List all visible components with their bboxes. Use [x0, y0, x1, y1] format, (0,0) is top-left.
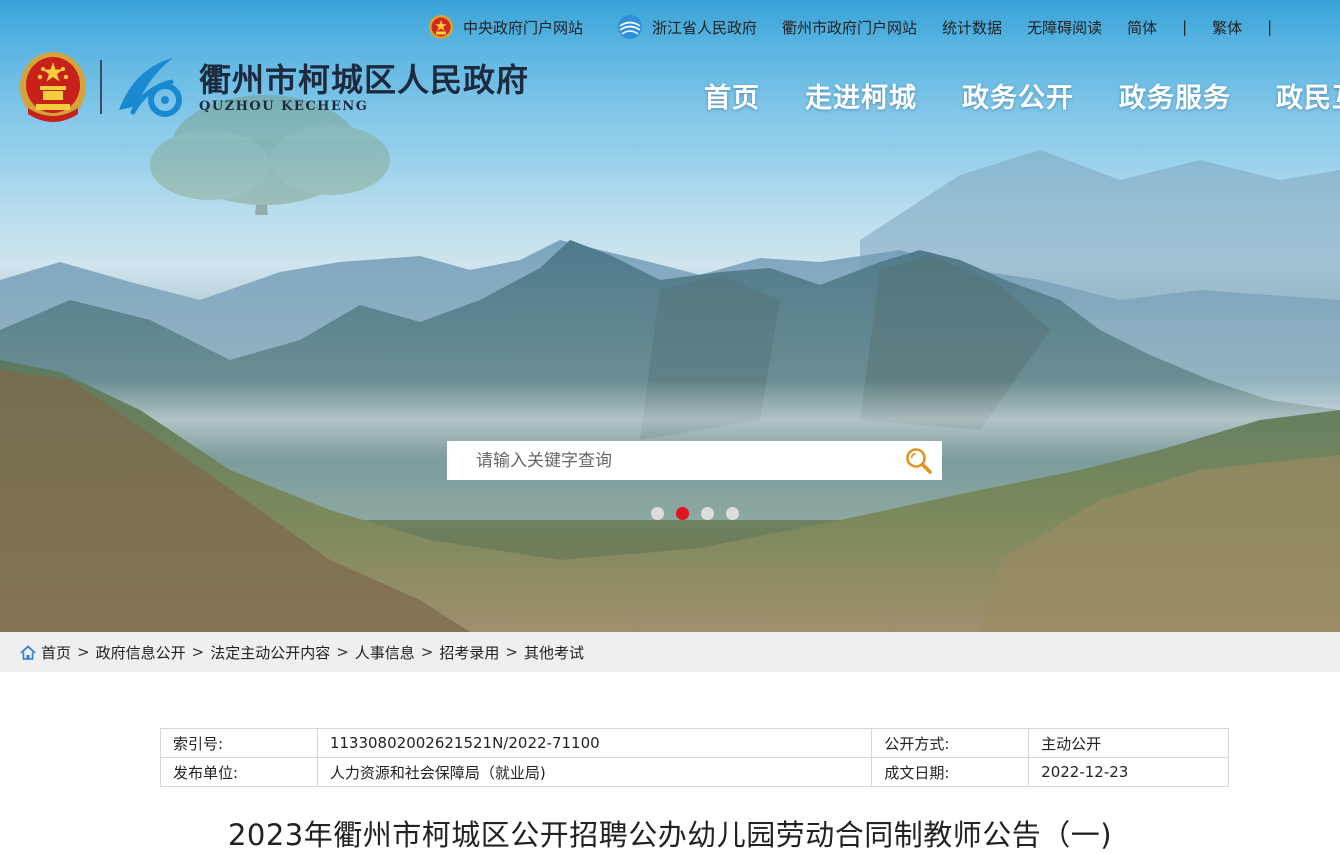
site-logo[interactable]: 衢州市柯城区人民政府 QUZHOU KECHENG: [18, 48, 529, 126]
search-icon[interactable]: [904, 446, 934, 476]
breadcrumb-separator: >: [505, 643, 518, 661]
search-box: [447, 441, 942, 480]
traditional-label: 繁体: [1212, 18, 1243, 37]
simplified-chinese-link[interactable]: 简体: [1127, 17, 1157, 38]
carousel-dot[interactable]: [701, 507, 714, 520]
breadcrumb-personnel-info[interactable]: 人事信息: [355, 642, 415, 663]
disclosure-mode-label: 公开方式:: [871, 728, 1030, 758]
breadcrumb-other-exams[interactable]: 其他考试: [524, 642, 584, 663]
accessible-reading-label: 无障碍阅读: [1027, 18, 1103, 37]
nav-about-kecheng[interactable]: 走进柯城: [805, 76, 917, 115]
table-row: 索引号: 11330802002621521N/2022-71100 公开方式:…: [160, 728, 1229, 758]
lang-separator: |: [1182, 18, 1188, 36]
article-title: 2023年衢州市柯城区公开招聘公办幼儿园劳动合同制教师公告（一): [227, 818, 1113, 852]
breadcrumb-separator: >: [77, 643, 90, 661]
site-title: 衢州市柯城区人民政府: [199, 60, 530, 99]
carousel-dot-active[interactable]: [676, 507, 689, 520]
publisher-label: 发布单位:: [160, 757, 318, 787]
breadcrumb-separator: >: [336, 643, 349, 661]
site-subtitle: QUZHOU KECHENG: [199, 98, 369, 114]
central-gov-label: 中央政府门户网站: [463, 18, 584, 37]
disclosure-mode-value: 主动公开: [1028, 728, 1229, 758]
document-date-value: 2022-12-23: [1028, 757, 1229, 787]
breadcrumb-separator: >: [191, 643, 205, 661]
nav-interaction[interactable]: 政民互动: [1276, 76, 1340, 115]
table-row: 发布单位: 人力资源和社会保障局（就业局) 成文日期: 2022-12-23: [160, 757, 1229, 787]
publisher-value: 人力资源和社会保障局（就业局): [316, 757, 873, 787]
carousel-dot[interactable]: [726, 507, 739, 520]
index-number-label: 索引号:: [160, 728, 318, 758]
carousel-indicators: [651, 507, 751, 520]
nav-gov-info[interactable]: 政务公开: [962, 76, 1074, 115]
zhejiang-globe-icon: [618, 15, 643, 39]
accessible-reading-link[interactable]: 无障碍阅读: [1027, 17, 1102, 38]
stats-label: 统计数据: [942, 18, 1003, 37]
central-gov-link[interactable]: 中央政府门户网站: [428, 14, 583, 40]
top-utility-bar: 中央政府门户网站 浙江省人民政府 衢州市政府门户网站 统计数据 无障碍阅读 简体…: [428, 12, 1297, 42]
document-date-label: 成文日期:: [871, 757, 1030, 787]
nav-home[interactable]: 首页: [704, 76, 760, 115]
main-nav: 首页 走进柯城 政务公开 政务服务 政民互动: [704, 76, 1340, 115]
quzhou-gov-label: 衢州市政府门户网站: [782, 18, 918, 37]
national-emblem-logo: [20, 52, 86, 122]
index-number-value: 11330802002621521N/2022-71100: [316, 728, 873, 758]
breadcrumb-gov-info-open[interactable]: 政府信息公开: [96, 642, 186, 663]
breadcrumb-home[interactable]: 首页: [41, 642, 71, 663]
stats-link[interactable]: 统计数据: [942, 17, 1002, 38]
document-meta-table: 索引号: 11330802002621521N/2022-71100 公开方式:…: [160, 728, 1229, 787]
trailing-separator: |: [1267, 18, 1273, 36]
traditional-chinese-link[interactable]: 繁体: [1212, 17, 1242, 38]
hero-banner: 中央政府门户网站 浙江省人民政府 衢州市政府门户网站 统计数据 无障碍阅读 简体…: [0, 0, 1340, 632]
kecheng-logo-mark: [119, 58, 182, 117]
breadcrumb-statutory-content[interactable]: 法定主动公开内容: [210, 642, 330, 663]
logo-divider: [100, 60, 102, 114]
search-input[interactable]: [447, 441, 898, 480]
breadcrumb: 首页 > 政府信息公开 > 法定主动公开内容 > 人事信息 > 招考录用 > 其…: [0, 632, 1340, 672]
breadcrumb-recruitment[interactable]: 招考录用: [439, 642, 499, 663]
simplified-label: 简体: [1127, 18, 1158, 37]
quzhou-gov-link[interactable]: 衢州市政府门户网站: [782, 17, 917, 38]
home-icon: [20, 644, 36, 660]
nav-gov-services[interactable]: 政务服务: [1119, 76, 1231, 115]
national-emblem-icon: [429, 15, 453, 39]
breadcrumb-separator: >: [420, 643, 434, 661]
carousel-dot[interactable]: [651, 507, 664, 520]
zhejiang-gov-link[interactable]: 浙江省人民政府: [617, 14, 757, 40]
zhejiang-gov-label: 浙江省人民政府: [652, 18, 758, 37]
